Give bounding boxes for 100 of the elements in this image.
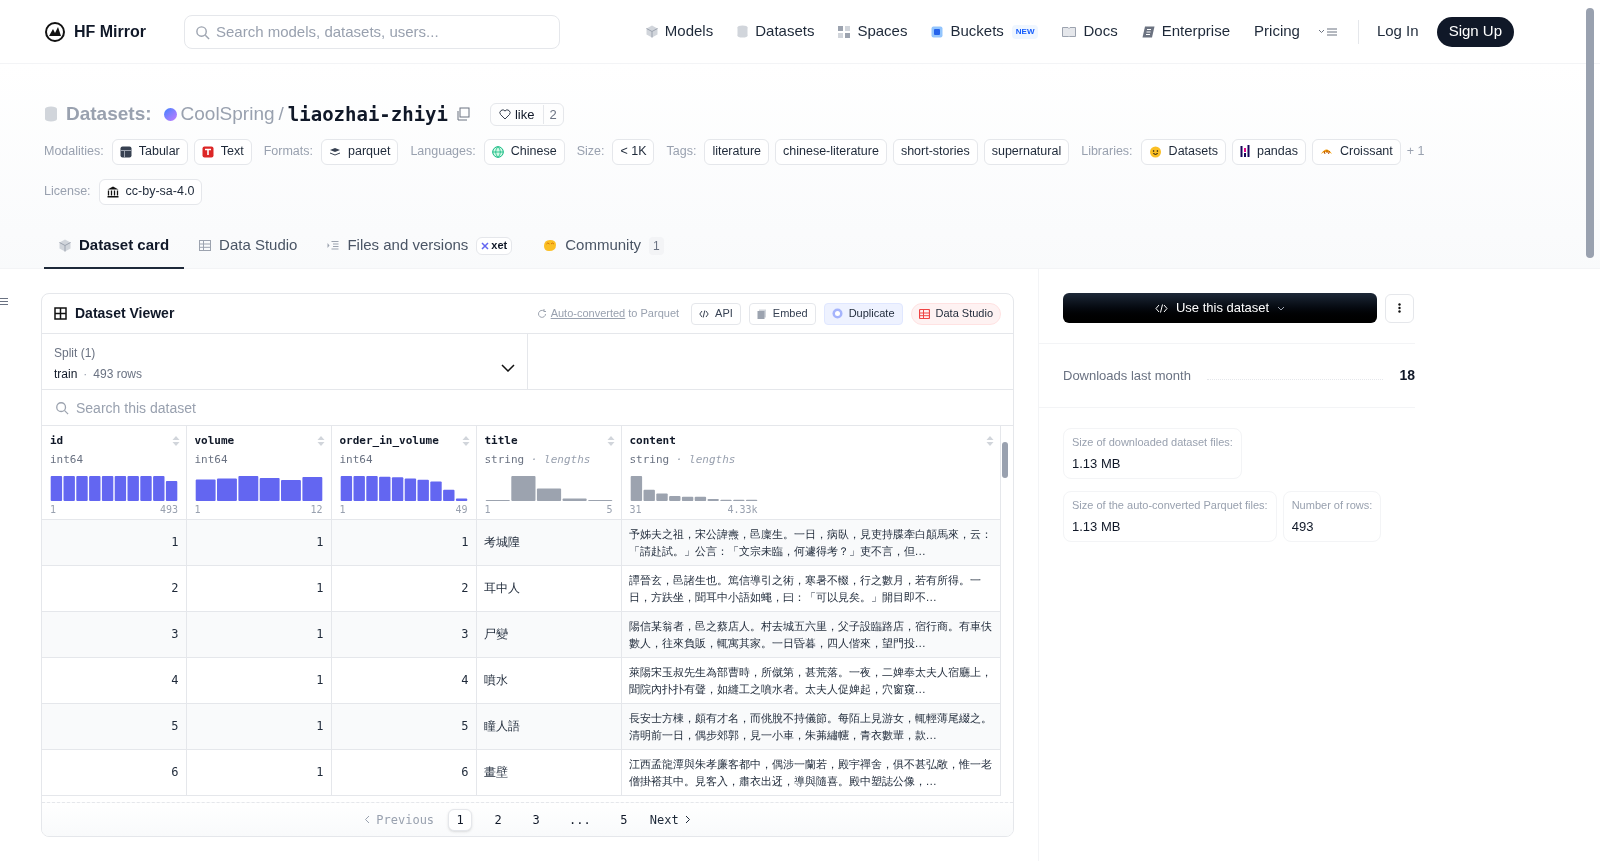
like-count: 2 [542, 104, 563, 124]
table-cell: 1 [186, 703, 331, 750]
logo-icon[interactable] [44, 20, 66, 43]
column-type: int64 [50, 451, 84, 468]
like-label: like [515, 105, 535, 124]
meta-label: Tags: [666, 143, 697, 161]
viewer-title: Dataset Viewer [75, 304, 175, 323]
stat-value: 1.13 MB [1072, 517, 1122, 536]
tag-chip[interactable]: Tabular [111, 138, 188, 165]
stat-label: Number of rows: [1291, 498, 1373, 513]
page-button[interactable]: 2 [486, 808, 511, 831]
range-max: 4.33k [727, 503, 758, 517]
nav-link[interactable]: Buckets NEW [931, 20, 1039, 43]
sort-icon [461, 435, 470, 447]
bank-icon [106, 185, 119, 198]
tag-chip[interactable]: supernatural [983, 138, 1070, 165]
table-cell: 4 [42, 657, 186, 704]
chevron-icon [364, 815, 371, 824]
tag-chip[interactable]: Croissant [1311, 138, 1401, 165]
tab[interactable]: Data Studio [184, 224, 313, 269]
range-min: 1 [339, 503, 346, 517]
heart-icon [499, 108, 511, 120]
more-options-button[interactable] [1385, 293, 1414, 323]
nav-link[interactable]: Enterprise [1141, 20, 1231, 43]
table-cell: 6 [42, 749, 186, 796]
tag-chip[interactable]: parquet [321, 138, 399, 165]
column-header[interactable]: order_in_volume int64 1 49 [331, 426, 476, 520]
range-min: 1 [50, 503, 57, 517]
tab[interactable]: Community 1 [527, 224, 679, 269]
table-cell: 瞳人語 [476, 703, 621, 750]
tag-chip[interactable]: < 1K [612, 138, 655, 165]
login-link[interactable]: Log In [1376, 20, 1419, 43]
downloads-label: Downloads last month [1063, 366, 1191, 385]
stat-value: 493 [1291, 517, 1315, 536]
tag-chip[interactable]: short-stories [892, 138, 978, 165]
chevron-down-icon [501, 364, 515, 372]
menu-icon[interactable] [1317, 25, 1338, 38]
auto-converted-note: Auto-converted to Parquet [550, 306, 680, 322]
repo-name[interactable]: liaozhai-zhiyi [287, 100, 448, 129]
tag-chip[interactable]: literature [704, 138, 769, 165]
sidebar-toggle-icon[interactable] [0, 298, 8, 305]
code-icon [1154, 303, 1168, 313]
tag-chip[interactable]: chinese-literature [775, 138, 887, 165]
new-badge: NEW [1011, 24, 1039, 39]
search-icon [195, 24, 210, 40]
column-header[interactable]: volume int64 1 12 [186, 426, 331, 520]
page-button[interactable]: 1 [448, 808, 473, 831]
nav-link[interactable]: Models [645, 20, 714, 43]
brand-name[interactable]: HF Mirror [74, 19, 146, 44]
cube-icon [59, 239, 71, 252]
page-button[interactable]: 3 [524, 808, 549, 831]
column-header[interactable]: content string · lengths 31 4.33k [621, 426, 1000, 520]
nav-link[interactable]: Datasets [737, 20, 815, 43]
column-header[interactable]: title string · lengths 1 5 [476, 426, 621, 520]
table-cell: 考城隍 [476, 519, 621, 566]
xet-badge: xet [476, 236, 513, 255]
embed-button[interactable]: Embed [748, 302, 816, 325]
table-cell: 3 [42, 611, 186, 658]
list-icon [327, 240, 340, 251]
search-field[interactable]: Search models, datasets, users... [184, 14, 560, 49]
tag-chip[interactable]: Chinese [483, 138, 565, 165]
sort-icon [985, 435, 994, 447]
split-select[interactable]: Split (1) train · 493 rows [42, 334, 528, 389]
column-header[interactable]: id int64 1 493 [42, 426, 186, 520]
tab[interactable]: Dataset card [44, 224, 185, 269]
tab[interactable]: Files and versions xet [312, 224, 528, 269]
waving-hand-icon [542, 239, 558, 252]
nav-link[interactable]: Pricing [1254, 20, 1300, 43]
column-type: string · lengths [484, 451, 591, 468]
meta-label: Libraries: [1081, 143, 1133, 161]
signup-button[interactable]: Sign Up [1436, 16, 1514, 47]
meta-label: License: [44, 183, 91, 201]
table-cell: 2 [331, 565, 476, 612]
duplicate-button[interactable]: Duplicate [823, 302, 903, 325]
table-cell: 予姊夫之祖，宋公諱燾，邑廩生。一日，病臥，見吏持牒牽白顛馬來，云：「請赴試。」公言：「文宗未臨，何遽得考？」吏不言，但… [621, 519, 1000, 566]
tag-chip[interactable]: Text [193, 138, 252, 165]
api-button[interactable]: API [691, 302, 741, 325]
table-cell: 譚晉玄，邑諸生也。篤信導引之術，寒暑不輟，行之數月，若有所得。一日，方趺坐，聞耳中小語如蠅，曰：「可以見矣。」開目即不… [621, 565, 1000, 612]
page-button[interactable]: 5 [611, 808, 636, 831]
use-dataset-button[interactable]: Use this dataset [1063, 293, 1378, 323]
tag-chip[interactable]: pandas [1231, 138, 1306, 165]
like-button[interactable]: like 2 [490, 102, 564, 126]
range-min: 1 [194, 503, 201, 517]
next-button[interactable]: Next [649, 810, 691, 829]
nav-link[interactable]: Docs [1062, 20, 1118, 43]
tag-chip[interactable]: Datasets [1140, 138, 1226, 165]
path-separator: / [278, 102, 284, 126]
tag-chip[interactable]: cc-by-sa-4.0 [98, 178, 203, 205]
dataset-search-field[interactable]: Search this dataset [42, 390, 1013, 425]
layers-icon [329, 146, 341, 157]
nav-link[interactable]: Spaces [838, 20, 908, 43]
column-type: int64 [339, 451, 373, 468]
book-icon [1062, 26, 1077, 37]
copy-icon[interactable] [456, 107, 470, 122]
page-button[interactable]: ... [562, 808, 598, 831]
range-max: 493 [159, 503, 178, 517]
data-studio-button[interactable]: Data Studio [910, 302, 1001, 325]
table-cell: 5 [331, 703, 476, 750]
table-cell: 耳中人 [476, 565, 621, 612]
sort-icon [171, 435, 180, 447]
